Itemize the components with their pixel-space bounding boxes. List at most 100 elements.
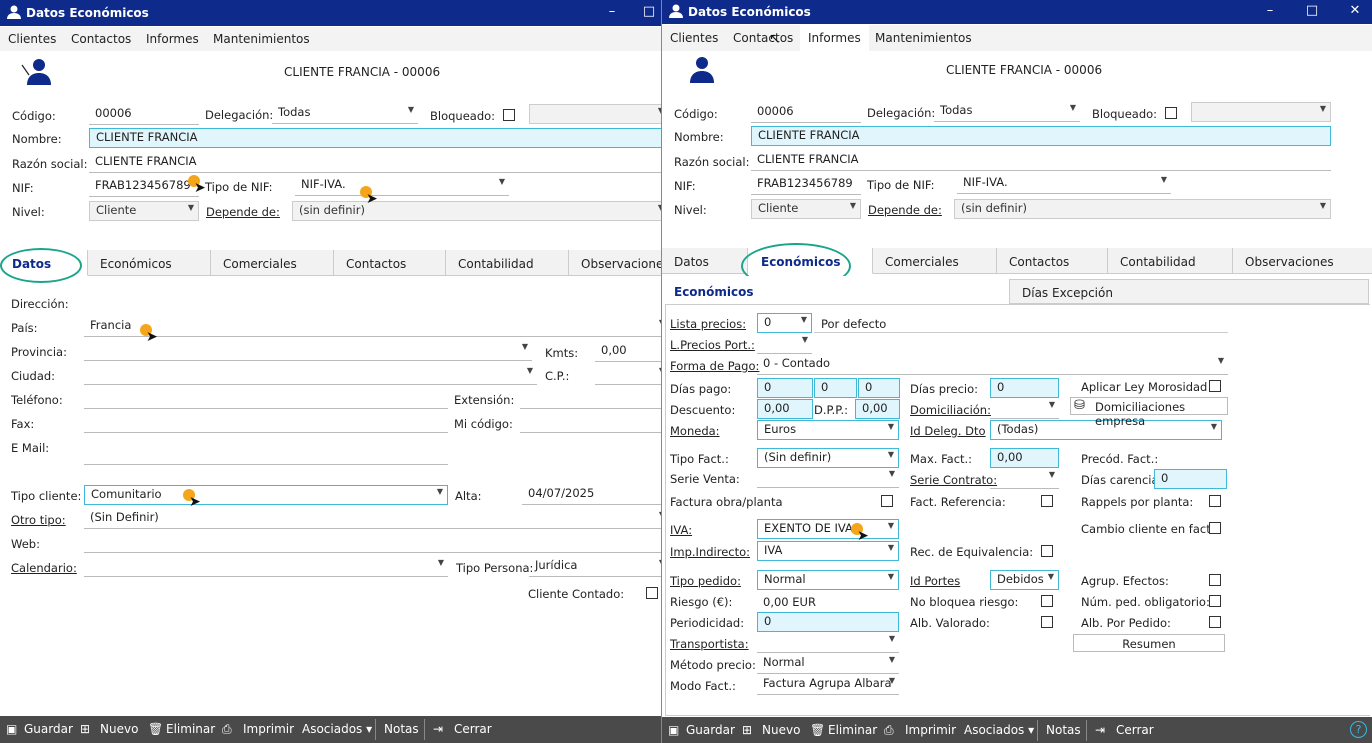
tipo-nif-select[interactable]: NIF-IVA. ▼ xyxy=(295,176,509,196)
no-bloquea-checkbox[interactable] xyxy=(1041,595,1053,607)
forma-pago-label[interactable]: Forma de Pago: xyxy=(670,359,759,373)
forma-pago-select[interactable]: 0 - Contado ▼ xyxy=(757,355,1228,375)
depende-label[interactable]: Depende de: xyxy=(868,203,942,217)
menu-mantenimientos[interactable]: Mantenimientos xyxy=(875,31,972,45)
imprimir-button[interactable]: Imprimir xyxy=(243,722,294,736)
tipo-pedido-select[interactable]: Normal ▼ xyxy=(757,570,899,590)
micodigo-field[interactable] xyxy=(520,413,661,433)
dias-pago-3[interactable]: 0 xyxy=(858,378,900,398)
nuevo-button[interactable]: Nuevo xyxy=(762,723,800,737)
eliminar-button[interactable]: Eliminar xyxy=(828,723,877,737)
codigo-field[interactable]: 00006 xyxy=(751,103,861,123)
dpp-field[interactable]: 0,00 xyxy=(855,399,900,419)
notas-button[interactable]: Notas xyxy=(1046,723,1081,737)
iva-label[interactable]: IVA: xyxy=(670,523,692,537)
alb-pedido-checkbox[interactable] xyxy=(1209,616,1221,628)
nivel-select[interactable]: Cliente ▼ xyxy=(751,199,861,219)
tab-contabilidad[interactable]: Contabilidad xyxy=(446,250,569,276)
subtab-economicos[interactable]: Económicos xyxy=(662,279,1009,304)
razon-field[interactable]: CLIENTE FRANCIA xyxy=(89,153,661,173)
imp-indirecto-select[interactable]: IVA ▼ xyxy=(757,541,899,561)
id-portes-select[interactable]: Debidos ▼ xyxy=(990,570,1059,590)
serie-contrato-select[interactable]: ▼ xyxy=(990,469,1059,489)
fax-field[interactable] xyxy=(84,413,448,433)
tab-observaciones[interactable]: Observaciones xyxy=(1233,248,1372,274)
metodo-precio-select[interactable]: Normal ▼ xyxy=(757,654,899,674)
tab-contabilidad[interactable]: Contabilidad xyxy=(1108,248,1233,274)
asociados-button[interactable]: Asociados ▾ xyxy=(964,723,1034,737)
alb-valorado-checkbox[interactable] xyxy=(1041,616,1053,628)
depende-select[interactable]: (sin definir)▼ xyxy=(292,201,661,221)
tab-datos[interactable]: Datos xyxy=(662,248,748,274)
rec-equiv-checkbox[interactable] xyxy=(1041,545,1053,557)
cerrar-button[interactable]: Cerrar xyxy=(454,722,492,736)
otro-tipo-label[interactable]: Otro tipo: xyxy=(11,513,66,527)
nombre-field[interactable]: CLIENTE FRANCIA xyxy=(89,128,661,148)
guardar-button[interactable]: Guardar xyxy=(24,722,73,736)
notas-button[interactable]: Notas xyxy=(384,722,419,736)
calendario-select[interactable]: ▼ xyxy=(84,557,448,577)
otro-tipo-select[interactable]: (Sin Definir)▼ xyxy=(84,509,661,529)
imp-indirecto-label[interactable]: Imp.Indirecto: xyxy=(670,545,750,559)
eliminar-button[interactable]: Eliminar xyxy=(166,722,215,736)
bloqueado-checkbox[interactable] xyxy=(503,109,515,121)
calendario-label[interactable]: Calendario: xyxy=(11,561,77,575)
aplicar-ley-checkbox[interactable] xyxy=(1209,380,1221,392)
subtab-dias-excepcion[interactable]: Días Excepción xyxy=(1009,279,1369,304)
dias-precio-field[interactable]: 0 xyxy=(990,378,1059,398)
minimize-button[interactable]: – xyxy=(1258,3,1282,18)
id-portes-label[interactable]: Id Portes xyxy=(910,574,960,588)
num-ped-checkbox[interactable] xyxy=(1209,595,1221,607)
guardar-button[interactable]: Guardar xyxy=(686,723,735,737)
extension-field[interactable] xyxy=(520,389,661,409)
maximize-button[interactable]: □ xyxy=(1300,3,1324,18)
dias-pago-1[interactable]: 0 xyxy=(757,378,813,398)
domiciliacion-label[interactable]: Domiciliación: xyxy=(910,403,991,417)
periodicidad-field[interactable]: 0 xyxy=(757,612,899,632)
menu-informes[interactable]: Informes xyxy=(146,32,199,46)
menu-mantenimientos[interactable]: Mantenimientos xyxy=(213,32,310,46)
transportista-label[interactable]: Transportista: xyxy=(670,637,749,651)
help-icon[interactable]: ? xyxy=(1350,721,1367,738)
telefono-field[interactable] xyxy=(84,389,448,409)
depende-select[interactable]: (sin definir)▼ xyxy=(954,199,1331,219)
moneda-label[interactable]: Moneda: xyxy=(670,424,720,438)
cerrar-button[interactable]: Cerrar xyxy=(1116,723,1154,737)
menu-contactos[interactable]: Contactos xyxy=(733,31,793,45)
dias-carencia-field[interactable]: 0 xyxy=(1154,469,1227,489)
asociados-button[interactable]: Asociados ▾ xyxy=(302,722,372,736)
domiciliacion-select[interactable]: ▼ xyxy=(990,399,1059,419)
alta-field[interactable]: 04/07/2025 xyxy=(522,485,661,505)
tab-comerciales[interactable]: Comerciales xyxy=(211,250,334,276)
direccion-field[interactable] xyxy=(84,293,661,313)
nif-field[interactable]: FRAB123456789 xyxy=(751,175,861,195)
rappels-checkbox[interactable] xyxy=(1209,495,1221,507)
tipo-cliente-select[interactable]: Comunitario ▼ xyxy=(84,485,448,505)
tab-comerciales[interactable]: Comerciales xyxy=(873,248,997,274)
id-deleg-label[interactable]: Id Deleg. Dto xyxy=(910,424,986,438)
descuento-field[interactable]: 0,00 xyxy=(757,399,813,419)
menu-clientes[interactable]: Clientes xyxy=(670,31,718,45)
tab-observaciones[interactable]: Observaciones xyxy=(569,250,661,276)
nuevo-button[interactable]: Nuevo xyxy=(100,722,138,736)
tipo-fact-select[interactable]: (Sin definir) ▼ xyxy=(757,448,899,468)
resumen-button[interactable]: Resumen xyxy=(1073,634,1225,652)
depende-label[interactable]: Depende de: xyxy=(206,205,280,219)
serie-venta-select[interactable]: ▼ xyxy=(757,468,899,488)
domiciliaciones-empresa-button[interactable]: ⛁ Domiciliaciones empresa xyxy=(1070,397,1228,428)
cp-select[interactable]: ▼ xyxy=(595,365,661,385)
lprecios-port-label[interactable]: L.Precios Port.: xyxy=(670,338,755,352)
delegacion-select[interactable]: Todas ▼ xyxy=(934,102,1080,122)
agrup-checkbox[interactable] xyxy=(1209,574,1221,586)
lprecios-port-select[interactable]: ▼ xyxy=(757,334,812,354)
tab-economicos[interactable]: Económicos xyxy=(88,250,211,276)
ciudad-select[interactable]: ▼ xyxy=(84,365,537,385)
minimize-button[interactable]: – xyxy=(600,4,624,19)
tab-contactos[interactable]: Contactos xyxy=(997,248,1108,274)
dias-pago-2[interactable]: 0 xyxy=(814,378,857,398)
tipo-pedido-label[interactable]: Tipo pedido: xyxy=(670,574,741,588)
transportista-select[interactable]: ▼ xyxy=(757,633,899,653)
close-button[interactable]: ✕ xyxy=(1343,3,1367,18)
fact-ref-checkbox[interactable] xyxy=(1041,495,1053,507)
max-fact-field[interactable]: 0,00 xyxy=(990,448,1059,468)
